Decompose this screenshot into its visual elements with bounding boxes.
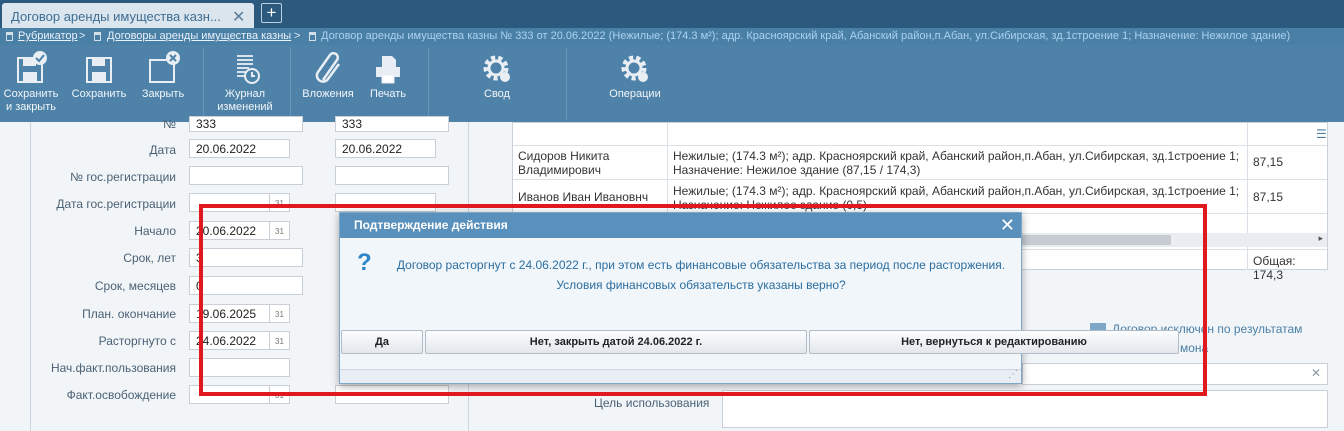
reg-number-field-2[interactable] <box>335 166 449 185</box>
table-row-object: Нежилые; (174.3 м²); адр. Красноярский к… <box>673 149 1248 177</box>
close-label: Закрыть <box>141 88 185 100</box>
save-close-label-2: и закрыть <box>6 101 56 113</box>
log-label-1: Журнал <box>224 88 266 100</box>
breadcrumb-root-link[interactable]: Рубрикатор <box>18 30 78 42</box>
operations-label: Операции <box>609 88 661 100</box>
date-field-2[interactable]: 20.06.2022 <box>335 139 436 158</box>
breadcrumb-separator: > <box>294 30 301 42</box>
share-value: 87,15 <box>1253 155 1284 169</box>
printer-icon <box>376 56 400 84</box>
save-check-icon <box>17 51 47 83</box>
close-button[interactable]: Закрыть <box>135 45 191 122</box>
save-close-label-1: Сохранить <box>3 88 59 100</box>
save-button[interactable]: Сохранить <box>68 45 130 122</box>
clear-icon[interactable]: ✕ <box>1311 366 1321 380</box>
save-icon <box>86 57 112 83</box>
paperclip-icon <box>315 52 341 83</box>
toolbar: Сохранить и закрыть Сохранить Закрыть Жу… <box>0 45 1344 122</box>
close-icon[interactable]: ✕ <box>232 7 245 27</box>
add-tab-button[interactable]: + <box>261 3 282 23</box>
field-label-start: Начало <box>134 224 176 238</box>
toolbar-divider <box>290 48 291 120</box>
grid-row-divider <box>513 179 1327 180</box>
object-line: Нежилые; (174.3 м²); адр. Красноярский к… <box>673 149 1240 163</box>
folder-icon <box>6 32 13 41</box>
reg-number-field[interactable] <box>189 166 303 185</box>
field-label-actual-use-start: Нач.факт.пользования <box>50 361 176 375</box>
field-label-plan-end: План. окончание <box>82 307 176 321</box>
breadcrumb-current: Договор аренды имущества казны № 333 от … <box>321 30 1291 42</box>
toolbar-divider <box>428 48 429 120</box>
tenant-name-line: Сидоров Никита <box>518 149 610 163</box>
grid-total: Общая: 174,3 <box>1253 254 1296 282</box>
field-label-terminated-from: Расторгнуто с <box>98 334 176 348</box>
save-label: Сохранить <box>71 88 127 100</box>
field-label-date: Дата <box>149 143 176 157</box>
table-row-tenant[interactable]: Иванов Иван Ивановнч <box>518 190 648 204</box>
attachments-label: Вложения <box>302 88 354 100</box>
summary-label: Свод <box>484 88 510 100</box>
tenant-name-line: Владимирович <box>518 163 602 177</box>
object-line: Назначение: Нежилое здание (87,15 / 174,… <box>673 163 921 177</box>
log-label-2: изменений <box>217 101 273 113</box>
summary-button[interactable]: Свод <box>470 45 524 122</box>
object-line: Нежилые; (174.3 м²); адр. Красноярский к… <box>673 184 1240 198</box>
tab-bar: Договор аренды имущества казн... ✕ + <box>0 0 1344 28</box>
field-label-term-months: Срок, месяцев <box>94 279 176 293</box>
toolbar-divider <box>566 48 567 120</box>
change-log-button[interactable]: Журнал изменений <box>210 45 280 122</box>
scroll-right-icon[interactable]: ▸ <box>1318 233 1323 244</box>
operations-button[interactable]: Операции <box>604 45 666 122</box>
gear-icon <box>621 55 648 82</box>
journal-icon <box>237 55 260 84</box>
field-label-purpose: Цель использования <box>594 396 710 410</box>
document-icon <box>309 32 316 41</box>
tab-contract[interactable]: Договор аренды имущества казн... ✕ <box>2 3 254 28</box>
breadcrumb: Рубрикатор > Договоры аренды имущества к… <box>0 28 1344 45</box>
number-field-2[interactable]: 333 <box>335 116 449 132</box>
breadcrumb-parent-link[interactable]: Договоры аренды имущества казны <box>107 30 291 42</box>
date-field[interactable]: 20.06.2022 <box>189 139 290 158</box>
toolbar-divider <box>203 48 204 120</box>
folder-icon <box>94 32 101 41</box>
field-label-reg-date: Дата гос.регистрации <box>56 197 176 211</box>
share-value: 87,15 <box>1253 190 1284 204</box>
column-menu-icon[interactable]: ☰ <box>1316 127 1327 141</box>
number-field[interactable]: 333 <box>189 116 303 132</box>
grid-row-divider <box>513 145 1327 146</box>
field-label-number: № <box>163 117 176 131</box>
tab-title: Договор аренды имущества казн... <box>11 9 221 24</box>
print-label: Печать <box>369 88 407 100</box>
highlight-frame <box>199 204 1207 396</box>
field-label-reg-number: № гос.регистрации <box>70 170 176 184</box>
print-button[interactable]: Печать <box>362 45 414 122</box>
close-window-icon <box>149 51 180 83</box>
attachments-button[interactable]: Вложения <box>298 45 358 122</box>
save-and-close-button[interactable]: Сохранить и закрыть <box>0 45 62 122</box>
gear-icon <box>483 55 510 82</box>
field-label-actual-release: Факт.освобождение <box>66 388 176 402</box>
field-label-term-years: Срок, лет <box>123 251 176 265</box>
tenant-name-line: Иванов Иван Ивановнч <box>518 190 649 204</box>
table-row-tenant[interactable]: Сидоров Никита Владимирович <box>518 149 609 177</box>
breadcrumb-separator: > <box>79 30 86 42</box>
